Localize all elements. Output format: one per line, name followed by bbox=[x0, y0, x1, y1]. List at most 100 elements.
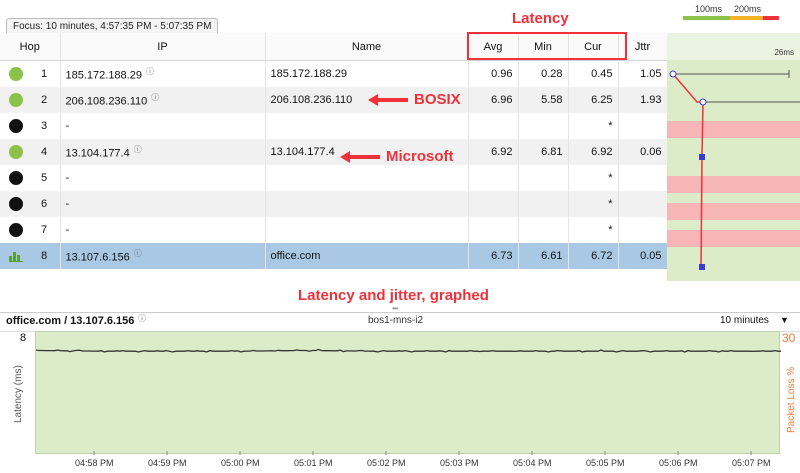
hop-name: office.com bbox=[265, 243, 469, 269]
bar-chart-icon bbox=[9, 250, 23, 263]
hop-cur: * bbox=[568, 113, 619, 139]
hop-ip: - bbox=[65, 172, 70, 184]
arrow-left-icon bbox=[340, 151, 380, 163]
loss-band bbox=[667, 203, 800, 220]
hop-jitter bbox=[618, 191, 668, 217]
timeline-svg bbox=[35, 348, 781, 455]
scale-amber-bar bbox=[730, 16, 763, 20]
chevron-down-icon: ▼ bbox=[780, 315, 789, 325]
bosix-annotation: BOSIX bbox=[414, 91, 461, 108]
hop-cur: * bbox=[568, 165, 619, 191]
x-tick-label: 05:05 PM bbox=[586, 458, 625, 468]
table-row[interactable]: 6 - * bbox=[0, 191, 668, 217]
info-icon[interactable]: ⓘ bbox=[134, 144, 142, 155]
hop-table: Hop IP Name Avg Min Cur Jttr 1 185.172.1… bbox=[0, 33, 668, 269]
latency-scale-legend: 100ms 200ms bbox=[683, 4, 779, 24]
x-tick-label: 05:01 PM bbox=[294, 458, 333, 468]
info-icon[interactable]: ⓘ bbox=[146, 66, 154, 77]
latency-highlight-box bbox=[467, 32, 627, 60]
hop-ip: 13.104.177.4 bbox=[65, 147, 130, 160]
hop-min bbox=[518, 165, 569, 191]
hop-latency-graph: 26ms bbox=[667, 33, 800, 281]
hop-min: 0.28 bbox=[518, 60, 569, 87]
timeline-header: office.com / 13.107.6.156 ⓘ bos1-mns-i2 … bbox=[0, 304, 800, 332]
status-green-icon bbox=[9, 93, 23, 107]
latency-annotation: Latency bbox=[512, 10, 569, 27]
col-name-header[interactable]: Name bbox=[265, 33, 469, 61]
hop-number: 2 bbox=[41, 93, 48, 106]
hop-cur: * bbox=[568, 191, 619, 217]
hop-jitter bbox=[618, 165, 668, 191]
hop-name: 185.172.188.29 bbox=[265, 60, 469, 87]
x-tick-label: 05:07 PM bbox=[732, 458, 771, 468]
x-tick-label: 05:02 PM bbox=[367, 458, 406, 468]
scale-200ms-label: 200ms bbox=[734, 4, 762, 14]
info-icon[interactable]: ⓘ bbox=[138, 313, 146, 324]
hop-avg: 6.96 bbox=[468, 87, 519, 113]
agent-label: bos1-mns-i2 bbox=[368, 315, 424, 326]
status-black-icon bbox=[9, 223, 23, 237]
status-black-icon bbox=[9, 171, 23, 185]
latency-series-line bbox=[35, 348, 781, 353]
table-row[interactable]: 1 185.172.188.29 ⓘ 185.172.188.29 0.96 0.… bbox=[0, 60, 668, 87]
y2-axis-max: 30 bbox=[782, 331, 796, 345]
table-row[interactable]: 4 13.104.177.4 ⓘ 13.104.177.4 6.92 6.81 6… bbox=[0, 139, 668, 165]
hop-min: 6.61 bbox=[518, 243, 569, 269]
hop-ip: - bbox=[65, 120, 70, 132]
table-row[interactable]: 3 - * bbox=[0, 113, 668, 139]
hop-ip: - bbox=[65, 198, 70, 210]
hop-avg: 6.73 bbox=[468, 243, 519, 269]
hop-min bbox=[518, 113, 569, 139]
table-row[interactable]: 2 206.108.236.110 ⓘ 206.108.236.110 6.96 … bbox=[0, 87, 668, 113]
status-black-icon bbox=[9, 197, 23, 211]
col-ip-header[interactable]: IP bbox=[60, 33, 266, 61]
hop-cur: 6.25 bbox=[568, 87, 619, 113]
time-range-value: 10 minutes bbox=[720, 315, 769, 326]
hop-number: 8 bbox=[41, 249, 48, 262]
x-tick-label: 05:04 PM bbox=[513, 458, 552, 468]
hop-avg: 0.96 bbox=[468, 60, 519, 87]
hop-number: 5 bbox=[41, 171, 48, 184]
hop-cur: 0.45 bbox=[568, 60, 619, 87]
loss-band bbox=[667, 176, 800, 193]
scale-red-bar bbox=[763, 16, 779, 20]
y-axis-title: Latency (ms) bbox=[13, 365, 24, 423]
hop-cur: * bbox=[568, 217, 619, 243]
hop-name bbox=[265, 191, 469, 217]
hop-min: 5.58 bbox=[518, 87, 569, 113]
hop-number: 1 bbox=[41, 67, 48, 80]
info-icon[interactable]: ⓘ bbox=[151, 92, 159, 103]
hop-ip: - bbox=[65, 224, 70, 236]
status-green-icon bbox=[9, 145, 23, 159]
table-row-selected[interactable]: 8 13.107.6.156 ⓘ office.com 6.73 6.61 6.7… bbox=[0, 243, 668, 269]
hop-min bbox=[518, 191, 569, 217]
hop-jitter: 0.06 bbox=[618, 139, 668, 165]
hop-number: 6 bbox=[41, 197, 48, 210]
loss-band bbox=[667, 230, 800, 247]
col-hop-header[interactable]: Hop bbox=[0, 33, 61, 61]
x-tick-label: 05:06 PM bbox=[659, 458, 698, 468]
y-axis-max: 8 bbox=[20, 332, 27, 344]
latency-timeline-chart[interactable] bbox=[35, 331, 781, 455]
x-tick-label: 04:59 PM bbox=[148, 458, 187, 468]
hop-avg bbox=[468, 165, 519, 191]
resize-grip-icon[interactable]: ••• bbox=[392, 304, 398, 313]
hop-jitter: 1.05 bbox=[618, 60, 668, 87]
hop-ip: 185.172.188.29 bbox=[65, 69, 142, 82]
arrow-left-icon bbox=[368, 94, 408, 106]
hop-avg bbox=[468, 113, 519, 139]
hop-min bbox=[518, 217, 569, 243]
status-green-icon bbox=[9, 67, 23, 81]
hop-number: 4 bbox=[41, 145, 48, 158]
scale-100ms-label: 100ms bbox=[695, 4, 723, 14]
time-range-select[interactable]: 10 minutes ▼ bbox=[668, 313, 800, 331]
hop-avg bbox=[468, 191, 519, 217]
hop-name bbox=[265, 113, 469, 139]
table-row[interactable]: 5 - * bbox=[0, 165, 668, 191]
hop-cur: 6.92 bbox=[568, 139, 619, 165]
info-icon[interactable]: ⓘ bbox=[134, 248, 142, 259]
table-row[interactable]: 7 - * bbox=[0, 217, 668, 243]
hop-ip: 206.108.236.110 bbox=[65, 95, 148, 108]
hop-jitter: 1.93 bbox=[618, 87, 668, 113]
scale-green-bar bbox=[683, 16, 730, 20]
